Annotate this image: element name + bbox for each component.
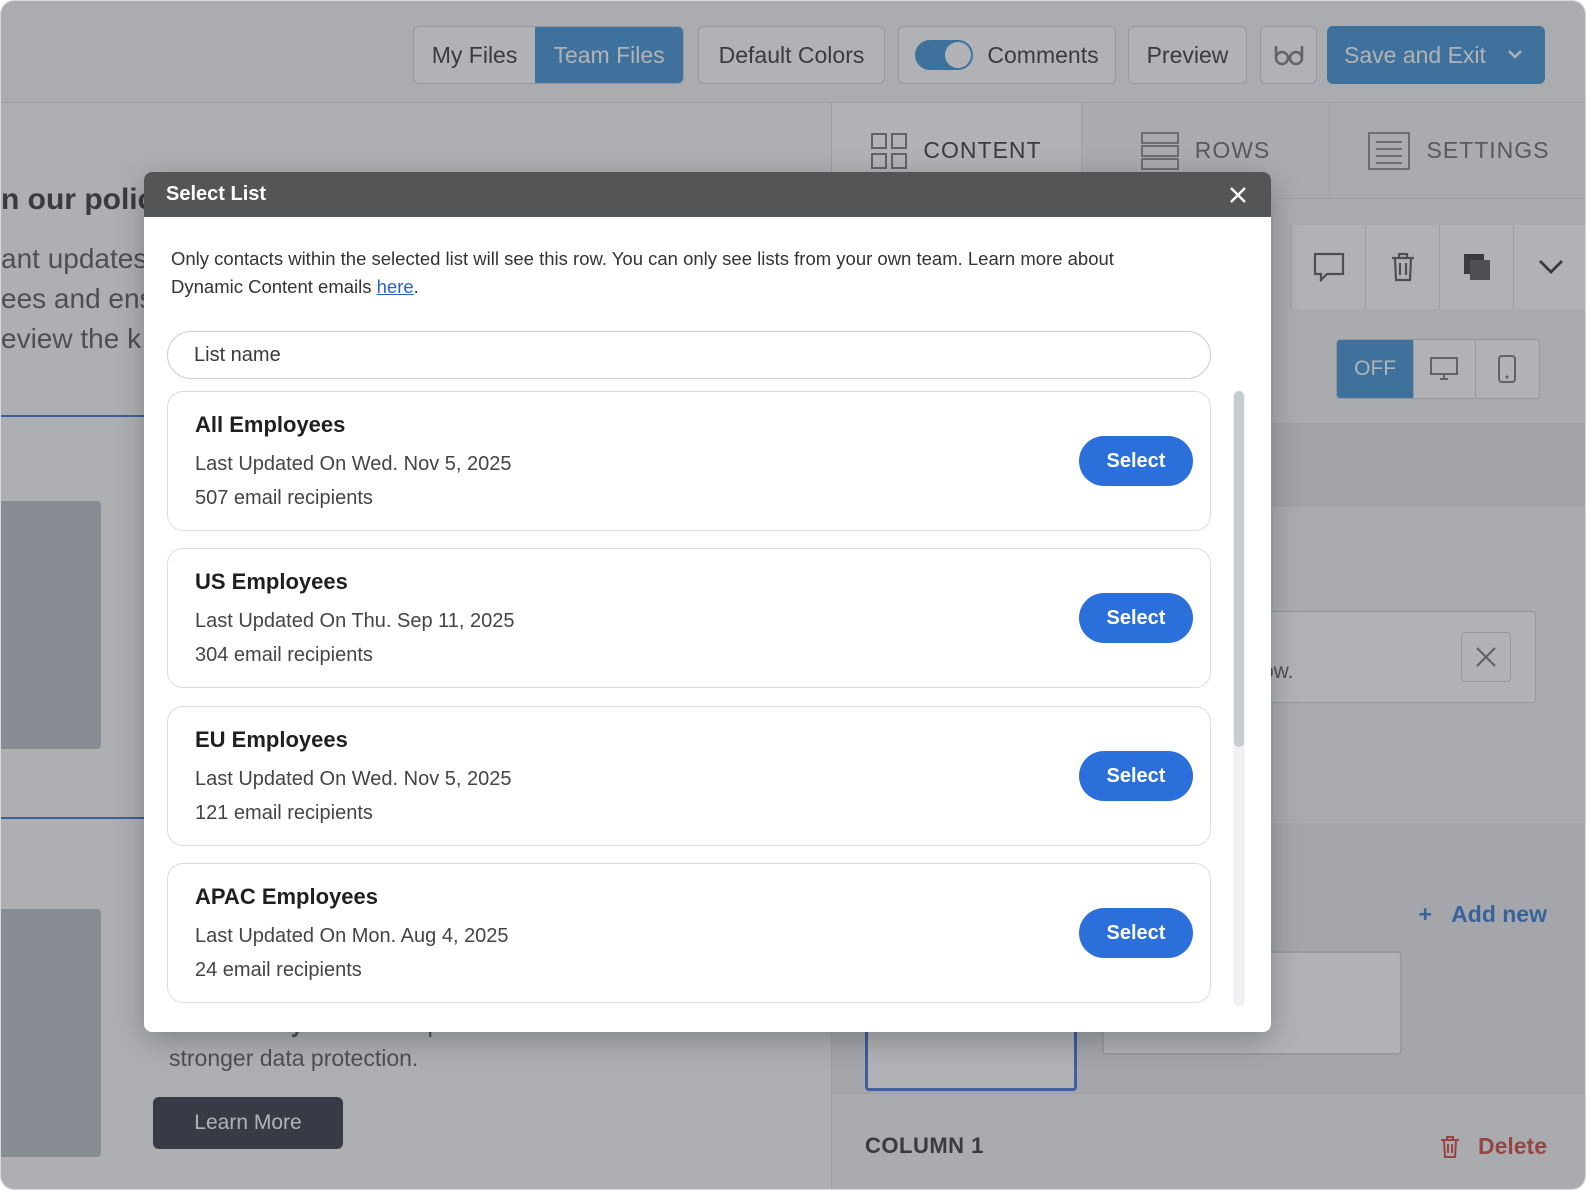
- list-item-name: All Employees: [195, 412, 346, 437]
- select-button[interactable]: Select: [1079, 908, 1193, 958]
- list-item: EU Employees Last Updated On Wed. Nov 5,…: [167, 706, 1211, 846]
- modal-title: Select List: [166, 183, 267, 205]
- modal-description: Only contacts within the selected list w…: [171, 245, 1131, 301]
- description-suffix: .: [413, 276, 419, 297]
- list-item-updated: Last Updated On Wed. Nov 5, 2025: [195, 768, 512, 790]
- app-window: My Files Team Files Default Colors Comme…: [0, 0, 1586, 1190]
- description-text: Only contacts within the selected list w…: [171, 248, 1114, 297]
- list-item-updated: Last Updated On Thu. Sep 11, 2025: [195, 610, 515, 632]
- list-item: All Employees Last Updated On Wed. Nov 5…: [167, 391, 1211, 531]
- list-item-name: EU Employees: [195, 727, 348, 752]
- list-results: All Employees Last Updated On Wed. Nov 5…: [167, 391, 1211, 1032]
- scrollbar-thumb[interactable]: [1234, 391, 1244, 747]
- modal-header: Select List: [144, 172, 1271, 217]
- list-item-name: US Employees: [195, 569, 348, 594]
- learn-more-link[interactable]: here: [377, 276, 414, 297]
- select-button[interactable]: Select: [1079, 436, 1193, 486]
- list-item-updated: Last Updated On Mon. Aug 4, 2025: [195, 925, 509, 947]
- list-item-name: APAC Employees: [195, 884, 378, 909]
- list-item: APAC Employees Last Updated On Mon. Aug …: [167, 863, 1211, 1003]
- select-button[interactable]: Select: [1079, 751, 1193, 801]
- close-icon[interactable]: [1227, 184, 1249, 206]
- list-item-updated: Last Updated On Wed. Nov 5, 2025: [195, 453, 512, 475]
- select-list-modal: Select List Only contacts within the sel…: [144, 172, 1271, 1032]
- list-name-search-input[interactable]: [167, 331, 1211, 379]
- list-item-recipients: 507 email recipients: [195, 487, 373, 509]
- list-item-recipients: 24 email recipients: [195, 959, 362, 981]
- select-button[interactable]: Select: [1079, 593, 1193, 643]
- list-item-recipients: 304 email recipients: [195, 644, 373, 666]
- list-item: US Employees Last Updated On Thu. Sep 11…: [167, 548, 1211, 688]
- list-item-recipients: 121 email recipients: [195, 802, 373, 824]
